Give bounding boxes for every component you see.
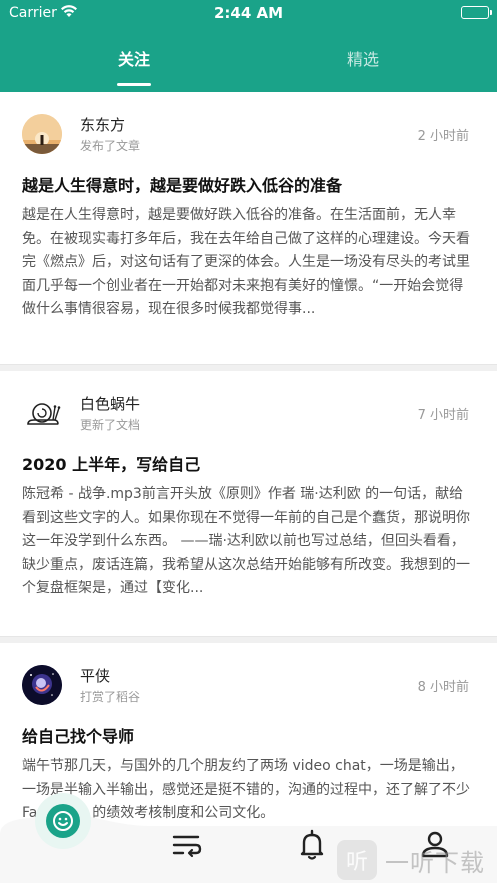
- watermark-text: 一听下载: [385, 848, 485, 877]
- activity-label: 发布了文章: [80, 139, 141, 153]
- post-time: 2 小时前: [417, 129, 469, 144]
- status-bar: Carrier 2:44 AM: [0, 0, 497, 26]
- app-header: Carrier 2:44 AM 关注 精选: [0, 0, 497, 92]
- battery-icon: [461, 6, 492, 19]
- feed-list[interactable]: 东东方 发布了文章 2 小时前 越是人生得意时，越是要做好跌入低谷的准备 越是在…: [0, 92, 497, 832]
- post-card[interactable]: 东东方 发布了文章 2 小时前 越是人生得意时，越是要做好跌入低谷的准备 越是在…: [0, 92, 497, 365]
- post-time: 7 小时前: [417, 408, 469, 423]
- activity-label: 打赏了稻谷: [80, 690, 141, 704]
- author-name[interactable]: 白色蜗牛: [80, 393, 140, 414]
- post-card[interactable]: 白色蜗牛 更新了文档 7 小时前 2020 上半年，写给自己 陈冠希 - 战争.…: [0, 371, 497, 637]
- activity-label: 更新了文档: [80, 418, 141, 432]
- post-title[interactable]: 越是人生得意时，越是要做好跌入低谷的准备: [22, 172, 342, 196]
- bell-icon[interactable]: [295, 828, 329, 862]
- post-title[interactable]: 给自己找个导师: [22, 723, 134, 747]
- smiley-icon: [46, 804, 80, 838]
- tab-following[interactable]: 关注: [54, 46, 214, 70]
- avatar[interactable]: [22, 114, 62, 154]
- watermark-badge: 听: [337, 840, 377, 880]
- active-tab-indicator: [117, 83, 151, 86]
- author-name[interactable]: 平侠: [80, 665, 110, 686]
- tab-home-button[interactable]: [35, 793, 91, 849]
- post-title[interactable]: 2020 上半年，写给自己: [22, 451, 200, 475]
- top-tabs: 关注 精选: [0, 40, 497, 90]
- avatar[interactable]: [22, 665, 62, 705]
- list-icon[interactable]: [170, 828, 204, 862]
- watermark: 听 一听下载: [337, 838, 485, 882]
- post-excerpt: 陈冠希 - 战争.mp3前言开头放《原则》作者 瑞·达利欧 的一句话，献给看到这…: [22, 486, 470, 596]
- status-time: 2:44 AM: [213, 4, 284, 22]
- post-time: 8 小时前: [417, 680, 469, 695]
- tab-featured[interactable]: 精选: [283, 46, 443, 70]
- avatar[interactable]: [22, 393, 62, 433]
- post-excerpt: 越是在人生得意时，越是要做好跌入低谷的准备。在生活面前，无人幸免。在被现实毒打多…: [22, 207, 470, 317]
- author-name[interactable]: 东东方: [80, 114, 125, 135]
